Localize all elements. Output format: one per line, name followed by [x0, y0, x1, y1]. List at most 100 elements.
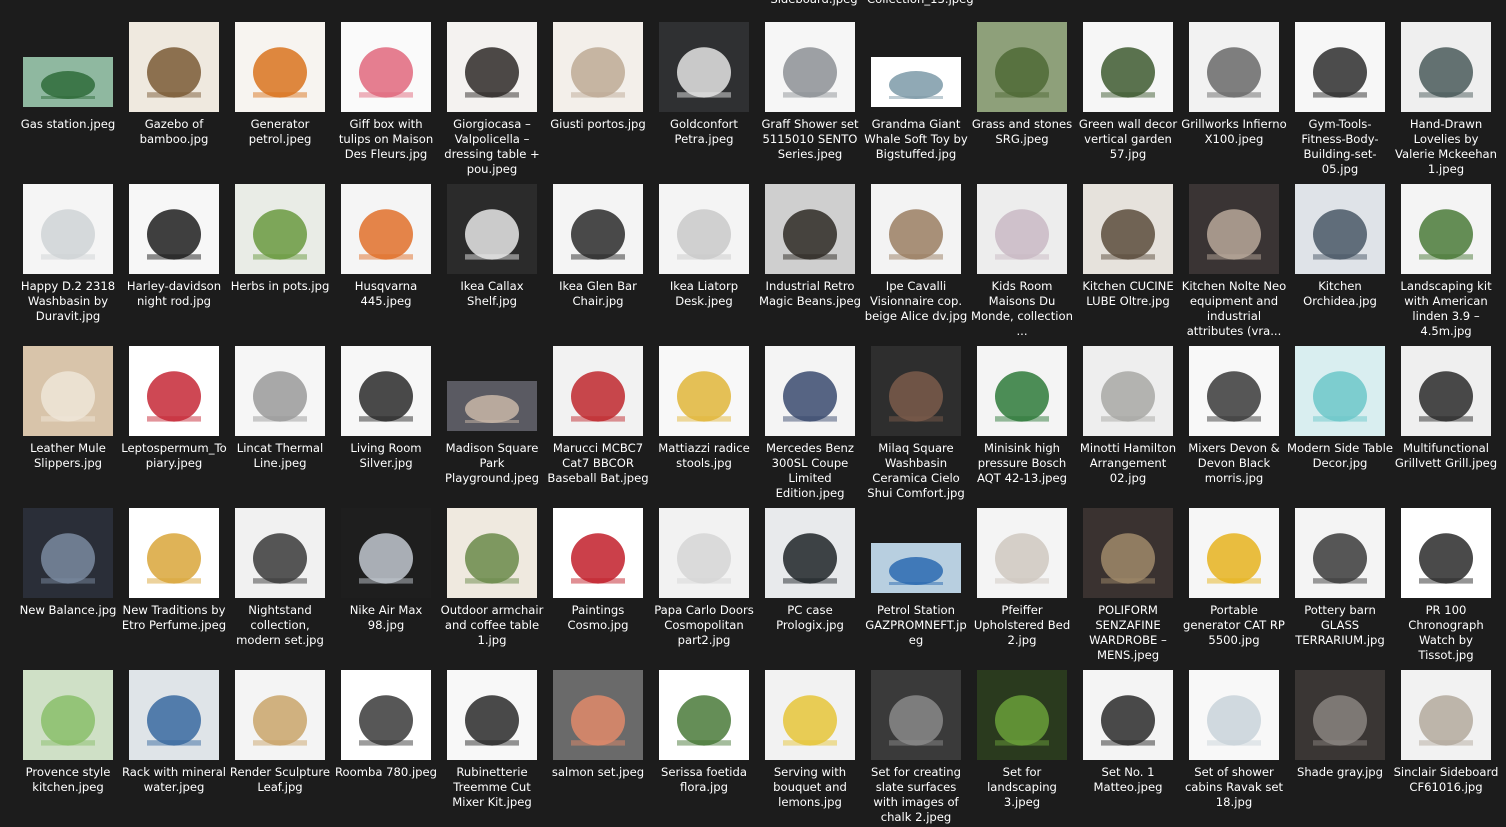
file-item[interactable]: Herbs in pots.jpg — [227, 179, 333, 341]
file-thumbnail[interactable] — [235, 508, 325, 598]
file-item[interactable]: Nightstand collection, modern set.jpg — [227, 503, 333, 665]
file-thumbnail[interactable] — [23, 184, 113, 274]
file-item[interactable]: Lincat Thermal Line.jpeg — [227, 341, 333, 503]
file-thumbnail[interactable] — [659, 670, 749, 760]
file-thumbnail[interactable] — [871, 346, 961, 436]
file-thumbnail[interactable] — [1083, 22, 1173, 112]
file-item[interactable]: Living Room Silver.jpg — [333, 341, 439, 503]
file-item[interactable]: Roomba 780.jpeg — [333, 665, 439, 827]
file-thumbnail[interactable] — [765, 346, 855, 436]
file-thumbnail[interactable] — [871, 543, 961, 593]
file-item[interactable]: Leather Mule Slippers.jpg — [15, 341, 121, 503]
file-item[interactable]: Happy D.2 2318 Washbasin by Duravit.jpg — [15, 179, 121, 341]
file-thumbnail[interactable] — [235, 22, 325, 112]
file-item[interactable]: Milaq Square Washbasin Ceramica Cielo Sh… — [863, 341, 969, 503]
file-item[interactable]: Paintings Cosmo.jpg — [545, 503, 651, 665]
file-thumbnail[interactable] — [871, 670, 961, 760]
file-item[interactable]: Render Sculpture Leaf.jpg — [227, 665, 333, 827]
file-thumbnail[interactable] — [447, 508, 537, 598]
file-thumbnail[interactable] — [659, 508, 749, 598]
file-item[interactable]: Leptospermum_Topiary.jpeg — [121, 341, 227, 503]
file-item[interactable]: Ipe Cavalli Visionnaire cop. beige Alice… — [863, 179, 969, 341]
file-thumbnail[interactable] — [129, 184, 219, 274]
file-thumbnail[interactable] — [129, 508, 219, 598]
file-item[interactable]: Set for creating slate surfaces with ima… — [863, 665, 969, 827]
file-thumbnail[interactable] — [341, 508, 431, 598]
file-thumbnail[interactable] — [977, 670, 1067, 760]
file-item[interactable]: Green wall decor vertical garden 57.jpg — [1075, 17, 1181, 179]
file-thumbnail[interactable] — [341, 346, 431, 436]
file-item[interactable]: PC case Prologix.jpg — [757, 503, 863, 665]
file-thumbnail[interactable] — [129, 346, 219, 436]
file-item[interactable]: Ikea Glen Bar Chair.jpg — [545, 179, 651, 341]
file-item[interactable]: Serissa foetida flora.jpg — [651, 665, 757, 827]
file-thumbnail[interactable] — [129, 670, 219, 760]
file-item[interactable]: POLIFORM SENZAFINE WARDROBE – MENS.jpeg — [1075, 503, 1181, 665]
file-thumbnail[interactable] — [1401, 22, 1491, 112]
file-item[interactable]: Grillworks Infierno X100.jpeg — [1181, 17, 1287, 179]
file-thumbnail[interactable] — [1295, 508, 1385, 598]
file-item[interactable]: Gym-Tools-Fitness-Body-Building-set-05.j… — [1287, 17, 1393, 179]
file-thumbnail[interactable] — [1083, 670, 1173, 760]
file-item[interactable]: Mixers Devon & Devon Black morris.jpg — [1181, 341, 1287, 503]
file-item[interactable]: Kitchen CUCINE LUBE Oltre.jpg — [1075, 179, 1181, 341]
file-thumbnail[interactable] — [447, 184, 537, 274]
file-item[interactable]: Multifunctional Grillvett Grill.jpeg — [1393, 341, 1499, 503]
file-thumbnail[interactable] — [1401, 508, 1491, 598]
file-thumbnail[interactable] — [553, 184, 643, 274]
file-item[interactable]: Hand-Drawn Lovelies by Valerie Mckeehan … — [1393, 17, 1499, 179]
file-thumbnail[interactable] — [1401, 184, 1491, 274]
file-thumbnail[interactable] — [23, 508, 113, 598]
file-item[interactable]: Sinclair Sideboard CF61016.jpg — [1393, 665, 1499, 827]
file-item[interactable]: Harley-davidson night rod.jpg — [121, 179, 227, 341]
file-item[interactable]: Set No. 1 Matteo.jpeg — [1075, 665, 1181, 827]
file-thumbnail[interactable] — [341, 184, 431, 274]
file-item[interactable]: Shade gray.jpg — [1287, 665, 1393, 827]
file-thumbnail[interactable] — [553, 670, 643, 760]
file-thumbnail[interactable] — [1401, 346, 1491, 436]
file-item[interactable]: Giusti portos.jpg — [545, 17, 651, 179]
file-thumbnail[interactable] — [1295, 346, 1385, 436]
file-item[interactable]: Giorgiocasa – Valpolicella – dressing ta… — [439, 17, 545, 179]
file-item[interactable]: Papa Carlo Doors Cosmopolitan part2.jpg — [651, 503, 757, 665]
file-thumbnail[interactable] — [129, 22, 219, 112]
file-item[interactable]: Generator petrol.jpeg — [227, 17, 333, 179]
file-item[interactable]: Minotti Hamilton Arrangement 02.jpg — [1075, 341, 1181, 503]
file-item[interactable]: Giff box with tulips on Maison Des Fleur… — [333, 17, 439, 179]
file-item[interactable]: New Balance.jpg — [15, 503, 121, 665]
file-thumbnail[interactable] — [1295, 670, 1385, 760]
file-item[interactable]: Kitchen Orchidea.jpg — [1287, 179, 1393, 341]
file-thumbnail[interactable] — [447, 22, 537, 112]
file-item[interactable]: Mattiazzi radice stools.jpg — [651, 341, 757, 503]
file-item[interactable]: Ikea Liatorp Desk.jpeg — [651, 179, 757, 341]
file-thumbnail[interactable] — [659, 184, 749, 274]
file-thumbnail[interactable] — [235, 346, 325, 436]
file-item[interactable]: Grandma Giant Whale Soft Toy by Bigstuff… — [863, 17, 969, 179]
file-item[interactable]: Ikea Callax Shelf.jpg — [439, 179, 545, 341]
file-thumbnail[interactable] — [23, 57, 113, 107]
file-item[interactable]: Nike Air Max 98.jpg — [333, 503, 439, 665]
file-item[interactable]: Husqvarna 445.jpeg — [333, 179, 439, 341]
file-thumbnail[interactable] — [1083, 508, 1173, 598]
file-thumbnail[interactable] — [765, 22, 855, 112]
file-item[interactable]: Industrial Retro Magic Beans.jpeg — [757, 179, 863, 341]
file-thumbnail[interactable] — [765, 184, 855, 274]
file-thumbnail[interactable] — [1401, 670, 1491, 760]
file-thumbnail[interactable] — [1083, 184, 1173, 274]
file-thumbnail[interactable] — [341, 670, 431, 760]
file-item[interactable]: Mercedes Benz 300SL Coupe Limited Editio… — [757, 341, 863, 503]
file-item[interactable]: Kitchen Nolte Neo equipment and industri… — [1181, 179, 1287, 341]
file-thumbnail[interactable] — [1189, 670, 1279, 760]
file-thumbnail[interactable] — [1295, 22, 1385, 112]
file-thumbnail[interactable] — [235, 184, 325, 274]
file-thumbnail[interactable] — [235, 670, 325, 760]
file-item[interactable]: Landscaping kit with American linden 3.9… — [1393, 179, 1499, 341]
file-item[interactable]: Rack with mineral water.jpeg — [121, 665, 227, 827]
file-thumbnail[interactable] — [977, 346, 1067, 436]
file-thumbnail[interactable] — [23, 346, 113, 436]
file-item[interactable]: Pottery barn GLASS TERRARIUM.jpg — [1287, 503, 1393, 665]
file-thumbnail[interactable] — [977, 184, 1067, 274]
file-item[interactable]: Gas station.jpeg — [15, 17, 121, 179]
file-thumbnail[interactable] — [765, 508, 855, 598]
file-item[interactable]: Serving with bouquet and lemons.jpg — [757, 665, 863, 827]
